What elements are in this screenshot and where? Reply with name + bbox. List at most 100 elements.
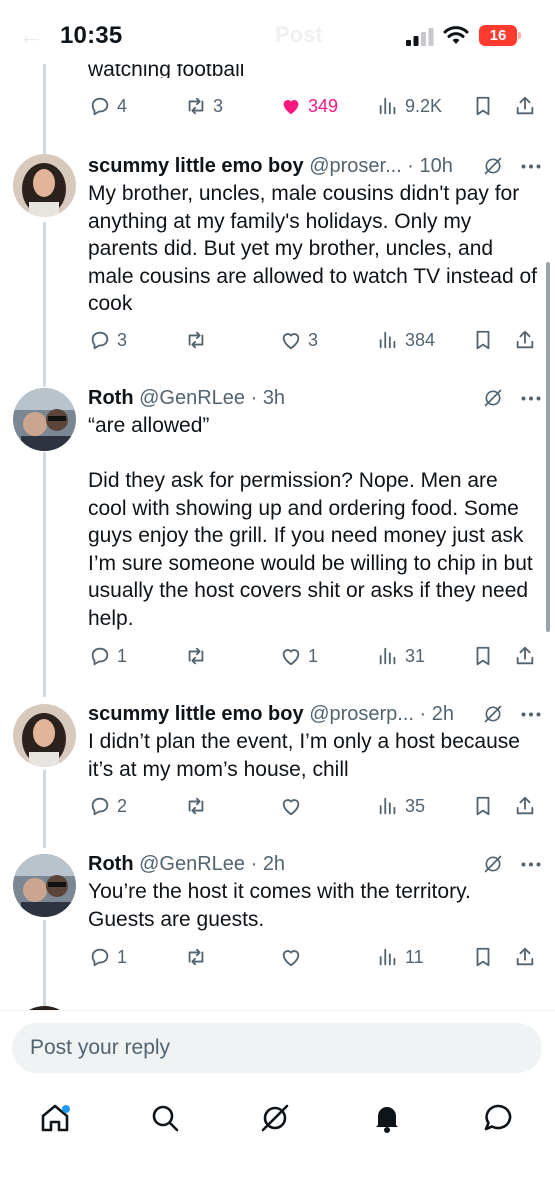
bookmark-button[interactable] [472, 92, 494, 120]
tab-messages[interactable] [481, 1101, 515, 1135]
tab-grok[interactable] [258, 1101, 292, 1135]
share-button[interactable] [514, 92, 536, 120]
reply-icon [91, 948, 109, 967]
heart-filled-icon [283, 100, 299, 115]
like-button[interactable]: 349 [280, 92, 338, 120]
repost-icon [188, 797, 204, 815]
like-button[interactable] [280, 792, 302, 820]
reply-icon [91, 797, 109, 816]
tweet[interactable]: Roth @GenRLee · 3h “are allowed” Did the… [0, 384, 555, 644]
views-count: 384 [405, 329, 436, 350]
repost-button[interactable] [185, 642, 207, 670]
tweet-actions: 1 1 31 [0, 642, 555, 670]
like-button[interactable]: 1 [280, 642, 318, 670]
more-options-icon[interactable] [521, 164, 541, 169]
bookmark-icon [476, 947, 490, 967]
handle[interactable]: @GenRLee [139, 387, 245, 409]
tweet[interactable]: scummy little emo boy @proser... · 10h M… [0, 152, 555, 352]
views-icon [379, 331, 396, 349]
reply-button[interactable]: 1 [89, 943, 127, 971]
avatar[interactable] [13, 704, 76, 767]
reply-input[interactable]: Post your reply [12, 1023, 542, 1073]
grok-icon[interactable] [483, 704, 503, 724]
views-button[interactable]: 384 [377, 326, 435, 354]
reply-icon [91, 647, 109, 666]
battery-indicator: 16 [479, 25, 517, 46]
avatar[interactable] [13, 854, 76, 917]
repost-count: 3 [213, 95, 224, 116]
share-icon [516, 947, 534, 966]
like-count: 1 [308, 645, 319, 666]
share-icon [516, 330, 534, 349]
grok-icon[interactable] [483, 854, 503, 874]
share-icon [516, 646, 534, 665]
reply-button[interactable]: 4 [89, 92, 127, 120]
like-button[interactable] [280, 943, 302, 971]
tweet[interactable]: scummy little emo boy @proserp... · 2h I… [0, 700, 555, 790]
avatar-image [13, 388, 76, 451]
heart-icon [282, 950, 300, 967]
timestamp: 10h [419, 155, 453, 177]
handle[interactable]: @GenRLee [139, 853, 245, 875]
repost-button[interactable] [185, 326, 207, 354]
views-count: 35 [405, 795, 426, 816]
reply-count: 1 [117, 645, 128, 666]
cellular-signal-icon [406, 28, 434, 46]
tweet-header: scummy little emo boy @proserp... · 2h [88, 700, 543, 728]
reply-button[interactable]: 2 [89, 792, 127, 820]
home-unread-dot [62, 1105, 70, 1113]
timestamp: 2h [262, 853, 286, 875]
repost-icon [188, 331, 204, 349]
reply-icon [91, 97, 109, 116]
handle[interactable]: @proserp... [309, 703, 414, 725]
grok-icon[interactable] [483, 156, 503, 176]
repost-icon [188, 948, 204, 966]
bookmark-button[interactable] [472, 792, 494, 820]
status-bar: ← Post 10:35 16 [0, 0, 555, 64]
repost-button[interactable] [185, 792, 207, 820]
bookmark-button[interactable] [472, 326, 494, 354]
tweet[interactable]: Roth @GenRLee · 2h You’re the host it co… [0, 850, 555, 940]
share-button[interactable] [514, 642, 536, 670]
views-button[interactable]: 11 [377, 943, 424, 971]
back-arrow-icon[interactable]: ← [18, 20, 44, 51]
avatar[interactable] [13, 388, 76, 451]
reply-count: 2 [117, 795, 128, 816]
tweet-actions: 2 35 [0, 792, 555, 820]
tweet-text: “are allowed” Did they ask for permissio… [88, 414, 533, 630]
repost-button[interactable] [185, 943, 207, 971]
display-name[interactable]: scummy little emo boy [88, 703, 304, 725]
notifications-icon [376, 1107, 398, 1133]
share-button[interactable] [514, 326, 536, 354]
avatar[interactable] [13, 154, 76, 217]
repost-icon [188, 97, 204, 115]
views-icon [379, 948, 396, 966]
tab-notifications[interactable] [370, 1101, 404, 1135]
separator-dot: · [245, 853, 263, 875]
timestamp: 2h [431, 703, 455, 725]
more-options-icon[interactable] [521, 862, 541, 867]
bottom-tab-bar [0, 1091, 555, 1151]
display-name[interactable]: Roth [88, 853, 134, 875]
status-time: 10:35 [60, 22, 123, 49]
reply-icon [91, 331, 109, 350]
bookmark-button[interactable] [472, 642, 494, 670]
reply-button[interactable]: 3 [89, 326, 127, 354]
repost-button[interactable]: 3 [185, 92, 223, 120]
reply-button[interactable]: 1 [89, 642, 127, 670]
like-button[interactable]: 3 [280, 326, 318, 354]
display-name[interactable]: Roth [88, 387, 134, 409]
tab-search[interactable] [148, 1101, 182, 1135]
share-button[interactable] [514, 792, 536, 820]
share-button[interactable] [514, 943, 536, 971]
grok-icon[interactable] [483, 388, 503, 408]
bookmark-button[interactable] [472, 943, 494, 971]
views-button[interactable]: 9.2K [377, 92, 442, 120]
views-button[interactable]: 35 [377, 792, 425, 820]
views-button[interactable]: 31 [377, 642, 425, 670]
handle[interactable]: @proser... [309, 155, 402, 177]
more-options-icon[interactable] [521, 712, 541, 717]
display-name[interactable]: scummy little emo boy [88, 155, 304, 177]
scrollbar[interactable] [546, 262, 550, 632]
more-options-icon[interactable] [521, 396, 541, 401]
